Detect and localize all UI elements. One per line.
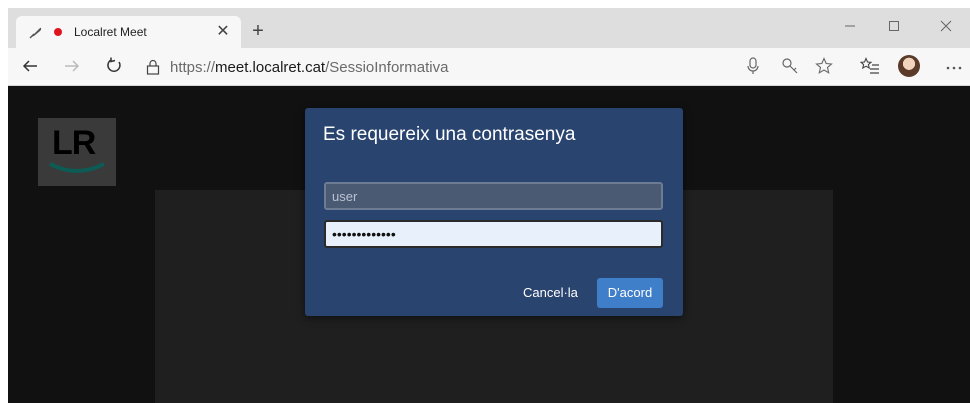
- tab-bar: Localret Meet ✕ +: [8, 8, 970, 48]
- profile-avatar[interactable]: [898, 55, 920, 77]
- browser-window: Localret Meet ✕ + https://meet.localret.…: [8, 8, 970, 403]
- cancel-button[interactable]: Cancel·la: [517, 278, 584, 308]
- tab-close-icon[interactable]: ✕: [213, 22, 233, 42]
- url-text: https://meet.localret.cat/SessioInformat…: [170, 59, 449, 76]
- address-bar: https://meet.localret.cat/SessioInformat…: [8, 48, 970, 86]
- microphone-icon[interactable]: [743, 57, 763, 77]
- back-button[interactable]: [20, 57, 40, 77]
- new-tab-button[interactable]: +: [248, 21, 268, 42]
- more-options-icon[interactable]: [944, 57, 964, 77]
- tab-localret-meet[interactable]: Localret Meet ✕: [16, 16, 241, 48]
- recording-dot-icon: [54, 28, 62, 36]
- password-input[interactable]: [324, 220, 663, 248]
- meeting-page: LR Es requereix una contrasenya Cancel·l…: [8, 86, 970, 403]
- user-input[interactable]: [324, 182, 663, 210]
- favorite-star-icon[interactable]: [814, 57, 834, 77]
- window-close-button[interactable]: [926, 14, 966, 40]
- key-icon[interactable]: [780, 57, 800, 77]
- minimize-button[interactable]: [830, 14, 870, 40]
- password-dialog: Es requereix una contrasenya Cancel·la D…: [305, 108, 683, 316]
- maximize-button[interactable]: [874, 14, 914, 40]
- feather-icon: [28, 24, 44, 40]
- logo-lettering: LR: [52, 124, 96, 162]
- forward-button[interactable]: [62, 57, 82, 77]
- localret-logo: LR: [38, 118, 116, 186]
- favorites-list-icon[interactable]: [859, 57, 880, 77]
- reload-button[interactable]: [104, 57, 124, 77]
- url-field[interactable]: https://meet.localret.cat/SessioInformat…: [138, 53, 788, 81]
- ok-button[interactable]: D'acord: [597, 278, 663, 308]
- dialog-title: Es requereix una contrasenya: [323, 124, 576, 145]
- tab-title: Localret Meet: [74, 25, 147, 39]
- lock-icon: [146, 59, 160, 75]
